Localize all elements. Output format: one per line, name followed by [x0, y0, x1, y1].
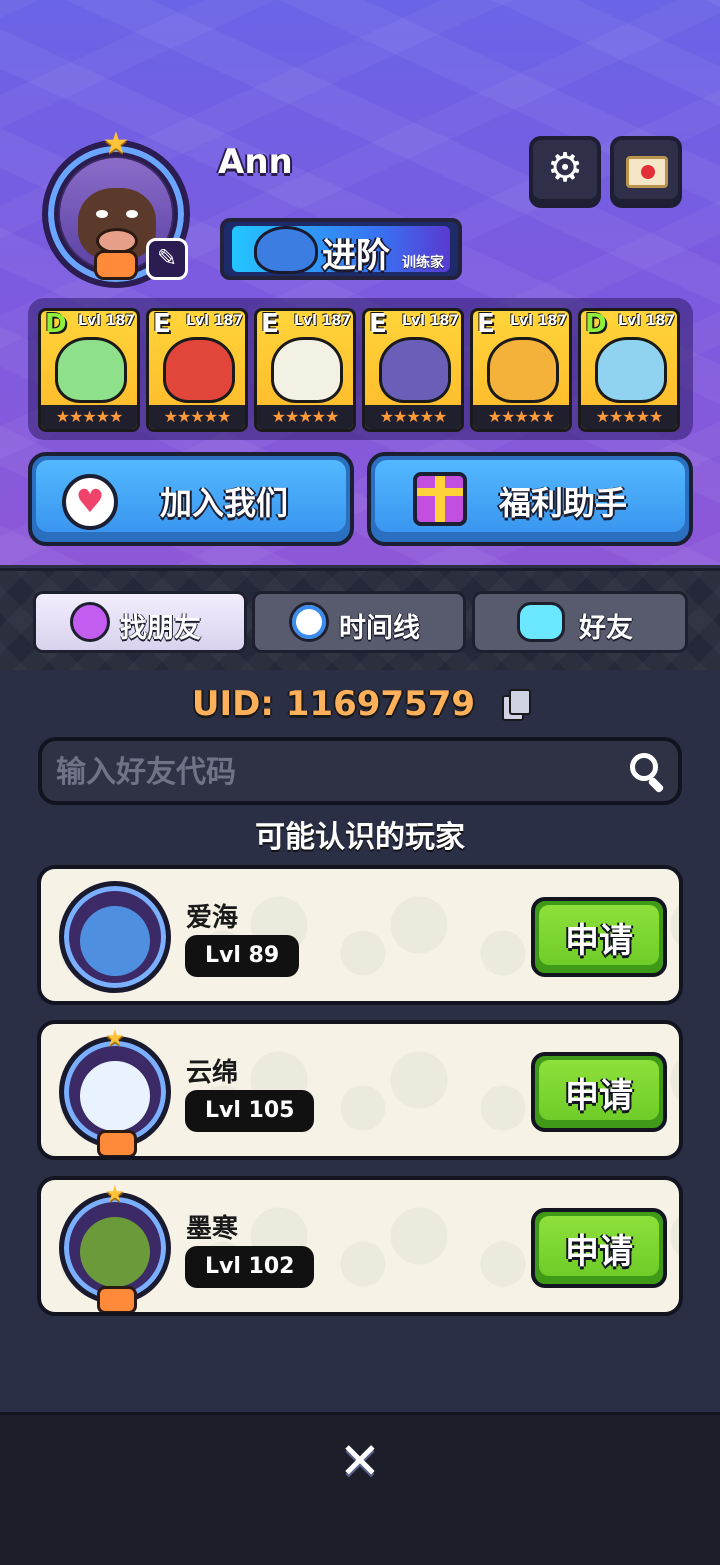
card-level: Lvl 187	[510, 313, 567, 329]
apply-button[interactable]: 申请	[531, 897, 667, 977]
apply-label: 申请	[565, 1232, 633, 1272]
card-stars: ★★★★★	[365, 405, 461, 429]
player-card: ★ 云绵 Lvl 105 申请	[37, 1020, 683, 1160]
card-stars: ★★★★★	[581, 405, 677, 429]
friend-code-search	[38, 737, 682, 805]
player-level: Lvl 102	[185, 1246, 315, 1288]
card-grade: D	[585, 309, 607, 339]
welfare-assistant-label: 福利助手	[499, 484, 628, 522]
team-panel: D Lvl 187 ★★★★★ E Lvl 187 ★★★★★ E Lvl 18…	[28, 298, 693, 440]
avatar-frame-badge	[97, 1130, 137, 1156]
team-card[interactable]: D Lvl 187 ★★★★★	[578, 308, 680, 432]
card-grade: E	[369, 309, 387, 339]
star-icon: ★	[105, 1182, 125, 1207]
tab-bar: 找朋友 时间线 好友	[0, 568, 720, 670]
rank-badge[interactable]: 进阶 训练家	[220, 218, 462, 280]
creature-portrait	[595, 337, 667, 403]
search-icon[interactable]	[628, 751, 668, 795]
heart-icon: ♥	[62, 474, 118, 530]
settings-button[interactable]: ⚙	[529, 136, 601, 208]
apply-button[interactable]: 申请	[531, 1052, 667, 1132]
player-avatar[interactable]	[59, 881, 171, 993]
tab-timeline[interactable]: 时间线	[252, 591, 466, 653]
star-icon: ★	[102, 126, 130, 161]
creature-portrait	[487, 337, 559, 403]
seal-icon	[641, 165, 655, 179]
gift-ribbon	[435, 476, 445, 522]
creature-portrait	[379, 337, 451, 403]
welfare-assistant-button[interactable]: 福利助手	[367, 452, 693, 546]
clock-icon	[289, 602, 329, 642]
rank-title: 进阶	[322, 236, 390, 276]
card-grade: D	[45, 309, 67, 339]
player-name: 云绵	[186, 1058, 239, 1088]
chat-bubble-icon	[517, 602, 565, 642]
tab-label: 找朋友	[120, 613, 201, 644]
envelope-icon	[626, 156, 668, 188]
creature-portrait	[271, 337, 343, 403]
avatar-frame-badge	[97, 1286, 137, 1312]
avatar-face	[80, 906, 150, 976]
uid-row: UID: 11697579	[0, 684, 720, 728]
tab-find-friends[interactable]: 找朋友	[33, 591, 247, 653]
player-name: Ann	[218, 142, 293, 182]
suggested-players-title: 可能认识的玩家	[255, 820, 465, 855]
profile-header: ★ ✎ Ann 进阶 训练家 ⚙ D Lvl 187 ★★★★★ E Lvl 1…	[0, 0, 720, 565]
gift-ribbon	[417, 488, 463, 496]
boar-eye	[126, 210, 138, 218]
card-grade: E	[477, 309, 495, 339]
team-card[interactable]: D Lvl 187 ★★★★★	[38, 308, 140, 432]
player-card: ★ 墨寒 Lvl 102 申请	[37, 1176, 683, 1316]
gift-icon	[413, 472, 467, 526]
apply-button[interactable]: 申请	[531, 1208, 667, 1288]
profile-avatar[interactable]: ★ ✎	[42, 128, 190, 288]
boar-eye	[96, 210, 108, 218]
avatar-frame-badge	[94, 250, 138, 280]
player-level: Lvl 89	[185, 935, 300, 977]
player-card: 爱海 Lvl 89 申请	[37, 865, 683, 1005]
card-stars: ★★★★★	[149, 405, 245, 429]
apply-label: 申请	[565, 1076, 633, 1116]
creature-portrait	[163, 337, 235, 403]
avatar-face	[80, 1061, 150, 1131]
card-stars: ★★★★★	[41, 405, 137, 429]
magnifier-icon	[70, 602, 110, 642]
card-stars: ★★★★★	[473, 405, 569, 429]
gear-icon: ⚙	[547, 145, 583, 191]
card-level: Lvl 187	[294, 313, 351, 329]
team-card[interactable]: E Lvl 187 ★★★★★	[146, 308, 248, 432]
creature-portrait	[55, 337, 127, 403]
team-card[interactable]: E Lvl 187 ★★★★★	[254, 308, 356, 432]
join-us-button[interactable]: ♥ 加入我们	[28, 452, 354, 546]
join-us-label: 加入我们	[160, 484, 289, 522]
card-level: Lvl 187	[402, 313, 459, 329]
close-icon[interactable]: ✕	[334, 1435, 386, 1487]
tab-friends[interactable]: 好友	[472, 591, 688, 653]
player-level: Lvl 105	[185, 1090, 315, 1132]
player-name: 墨寒	[186, 1214, 239, 1244]
search-handle	[647, 776, 665, 794]
tab-label: 好友	[579, 613, 633, 644]
card-level: Lvl 187	[618, 313, 675, 329]
team-card[interactable]: E Lvl 187 ★★★★★	[470, 308, 572, 432]
team-card[interactable]: E Lvl 187 ★★★★★	[362, 308, 464, 432]
bottom-bar: ✕	[0, 1412, 720, 1565]
card-grade: E	[153, 309, 171, 339]
avatar-face	[80, 1217, 150, 1287]
copy-icon[interactable]	[502, 689, 532, 721]
mail-button[interactable]	[610, 136, 682, 208]
rank-creature-icon	[254, 226, 318, 274]
card-level: Lvl 187	[186, 313, 243, 329]
uid-text: UID: 11697579	[191, 684, 476, 724]
rank-subtitle: 训练家	[402, 255, 444, 271]
tab-label: 时间线	[339, 613, 420, 644]
card-stars: ★★★★★	[257, 405, 353, 429]
friend-code-input[interactable]	[56, 751, 616, 793]
player-name: 爱海	[186, 903, 239, 933]
card-level: Lvl 187	[78, 313, 135, 329]
apply-label: 申请	[565, 921, 633, 961]
edit-icon[interactable]: ✎	[146, 238, 188, 280]
star-icon: ★	[105, 1026, 125, 1051]
card-grade: E	[261, 309, 279, 339]
